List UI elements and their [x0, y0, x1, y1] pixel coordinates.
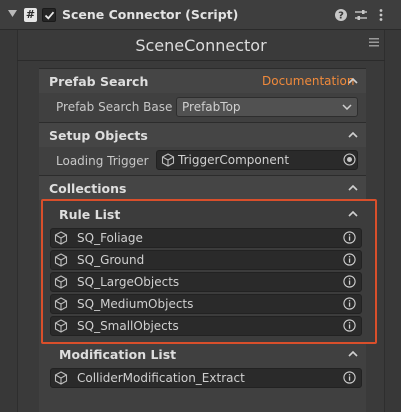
cube-icon: [54, 371, 68, 385]
prefab-search-base-value: PrefabTop: [182, 100, 241, 114]
presets-sliders-icon[interactable]: [354, 8, 368, 22]
setup-objects-title: Setup Objects: [49, 128, 148, 143]
help-icon[interactable]: ?: [334, 8, 348, 22]
collections-title: Collections: [49, 181, 127, 196]
collapse-caret-icon[interactable]: [348, 77, 358, 84]
component-enabled-checkbox[interactable]: [42, 8, 56, 22]
hamburger-menu-icon[interactable]: [369, 38, 379, 47]
loading-trigger-value: TriggerComponent: [178, 153, 290, 167]
list-item-label: ColliderModification_Extract: [77, 371, 245, 385]
modification-list-title: Modification List: [59, 347, 177, 362]
component-title: Scene Connector (Script): [62, 7, 239, 22]
documentation-link[interactable]: Documentation: [262, 74, 355, 88]
prefab-search-title: Prefab Search: [49, 74, 149, 89]
cube-icon: [161, 153, 175, 167]
info-icon[interactable]: [343, 371, 356, 384]
prefab-search-base-label: Prefab Search Base: [56, 100, 173, 114]
panel-title: SceneConnector: [17, 30, 385, 61]
foldout-triangle-icon[interactable]: [8, 10, 17, 18]
highlight-box: [41, 199, 377, 344]
object-picker-icon[interactable]: [343, 153, 356, 166]
csharp-script-icon: #: [24, 8, 37, 22]
collapse-caret-icon[interactable]: [348, 184, 358, 191]
collapse-caret-icon[interactable]: [348, 131, 358, 138]
kebab-menu-icon[interactable]: [374, 8, 388, 22]
chevron-down-icon: [342, 104, 352, 110]
collapse-caret-icon[interactable]: [348, 350, 358, 357]
svg-text:?: ?: [338, 11, 344, 22]
loading-trigger-label: Loading Trigger: [56, 154, 149, 168]
